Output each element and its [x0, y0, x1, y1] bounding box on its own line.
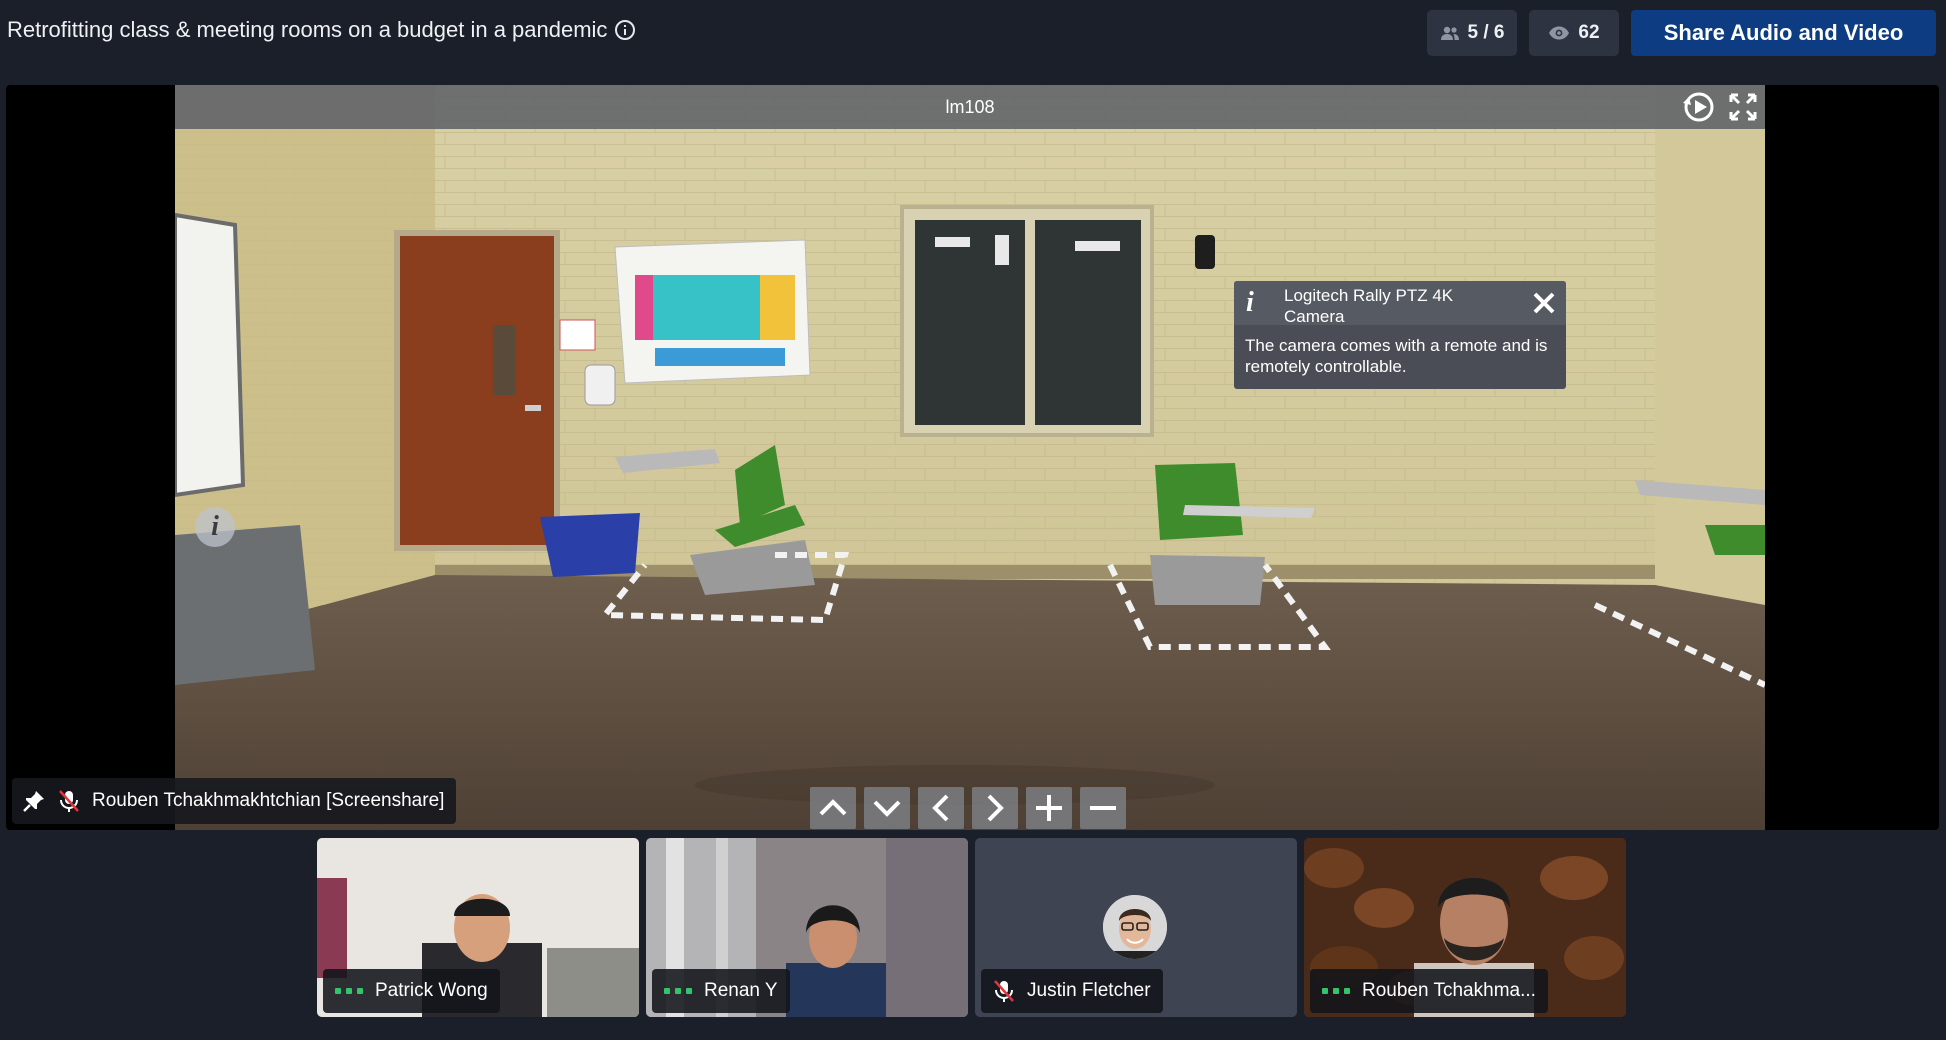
viewer-header: lm108: [175, 85, 1765, 129]
participant-name-tag: Rouben Tchakhma...: [1310, 969, 1548, 1013]
participant-name-tag: Patrick Wong: [323, 969, 500, 1013]
autorotate-play-icon[interactable]: [1681, 89, 1717, 125]
presenter-name: Rouben Tchakhmakhtchian [Screenshare]: [92, 790, 445, 811]
participant-name-tag: Renan Y: [652, 969, 790, 1013]
mic-muted-icon: [994, 980, 1014, 1002]
participant-name: Rouben Tchakhma...: [1362, 980, 1536, 1001]
speaking-indicator-icon: [1322, 988, 1350, 994]
session-title: Retrofitting class & meeting rooms on a …: [7, 17, 636, 43]
down-arrow-icon[interactable]: [864, 787, 910, 829]
participant-tile[interactable]: Rouben Tchakhma...: [1304, 838, 1626, 1017]
info-icon[interactable]: [615, 20, 636, 40]
left-arrow-icon[interactable]: [918, 787, 964, 829]
viewer-nav-controls: [810, 787, 1126, 829]
participant-tile[interactable]: Justin Fletcher: [975, 838, 1297, 1017]
participant-tile[interactable]: Renan Y: [646, 838, 968, 1017]
top-bar: Retrofitting class & meeting rooms on a …: [0, 0, 1946, 64]
classroom-panorama-image: [175, 85, 1765, 830]
popup-body: The camera comes with a remote and is re…: [1245, 336, 1548, 376]
participant-name: Patrick Wong: [375, 980, 488, 1001]
mic-muted-icon: [59, 790, 79, 812]
speaking-indicator-icon: [664, 988, 692, 994]
viewers-count-button[interactable]: 62: [1529, 10, 1619, 56]
popup-info-icon: i: [1246, 287, 1254, 318]
popup-title: Logitech Rally PTZ 4K Camera: [1284, 286, 1454, 326]
fullscreen-icon[interactable]: [1725, 89, 1761, 125]
viewers-count: 62: [1578, 22, 1600, 43]
speaking-indicator-icon: [335, 988, 363, 994]
up-arrow-icon[interactable]: [810, 787, 856, 829]
eye-icon: [1549, 26, 1570, 40]
participant-name: Renan Y: [704, 980, 778, 1001]
pin-icon[interactable]: [22, 789, 46, 813]
participant-name-tag: Justin Fletcher: [981, 969, 1163, 1013]
presenter-name-tag: Rouben Tchakhmakhtchian [Screenshare]: [12, 778, 457, 824]
close-icon[interactable]: [1522, 281, 1566, 325]
session-title-text: Retrofitting class & meeting rooms on a …: [7, 17, 608, 42]
participant-name: Justin Fletcher: [1027, 980, 1151, 1001]
participants-count-button[interactable]: 5 / 6: [1427, 10, 1517, 56]
participants-count: 5 / 6: [1467, 22, 1505, 43]
popup-header: i Logitech Rally PTZ 4K Camera: [1234, 281, 1566, 326]
users-icon: [1440, 26, 1459, 40]
share-audio-video-button[interactable]: Share Audio and Video: [1631, 10, 1936, 56]
avatar: [1103, 895, 1167, 959]
viewer-title: lm108: [945, 97, 995, 117]
participant-tile[interactable]: Patrick Wong: [317, 838, 639, 1017]
info-hotspot-icon[interactable]: i: [195, 507, 235, 547]
screenshare-stage: lm108 i i Logitech Rally PTZ 4K Camera T…: [6, 85, 1939, 830]
right-arrow-icon[interactable]: [972, 787, 1018, 829]
virtual-tour-viewer[interactable]: lm108 i i Logitech Rally PTZ 4K Camera T…: [175, 85, 1765, 830]
zoom-out-icon[interactable]: [1080, 787, 1126, 829]
zoom-in-icon[interactable]: [1026, 787, 1072, 829]
hotspot-popup: i Logitech Rally PTZ 4K Camera The camer…: [1234, 281, 1566, 389]
